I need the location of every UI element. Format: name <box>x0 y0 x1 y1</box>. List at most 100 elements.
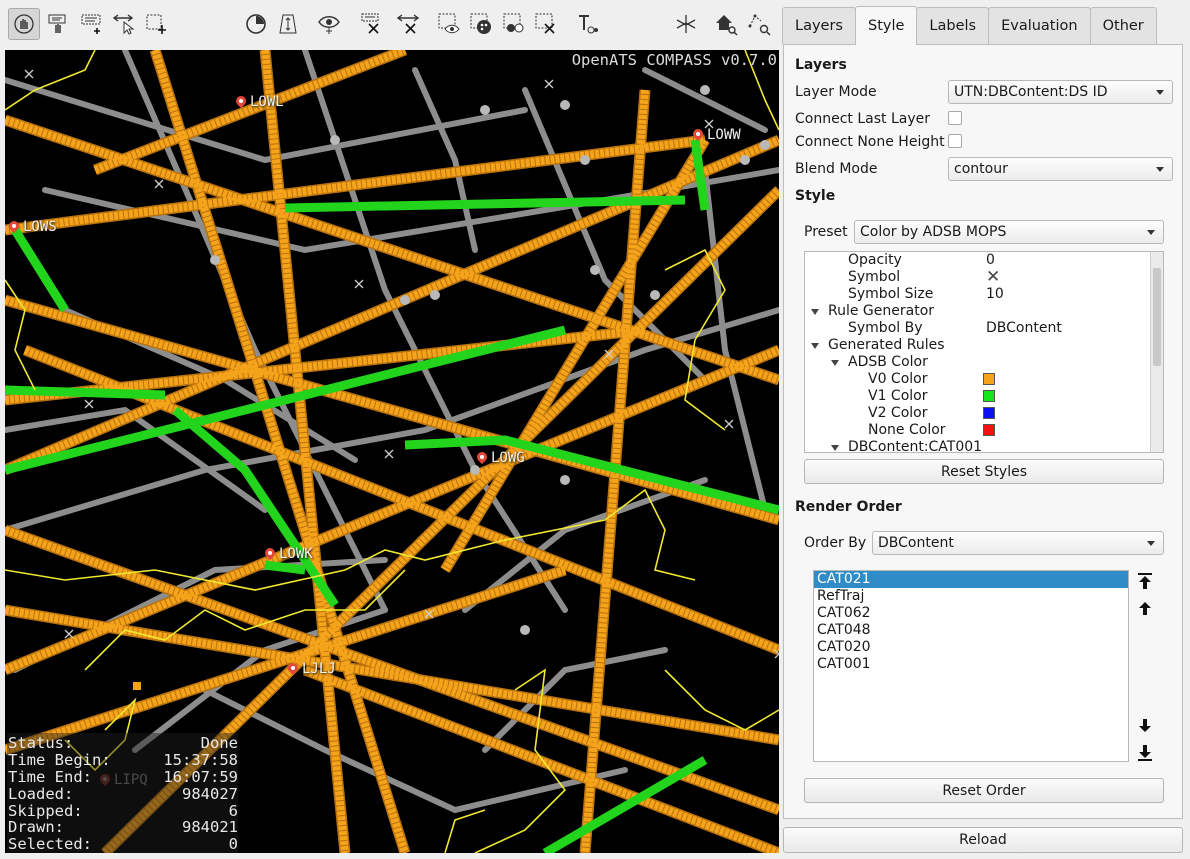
invert-selection-tool-button[interactable] <box>498 8 530 40</box>
v2-color-swatch[interactable] <box>983 407 995 419</box>
clear-labels-tool-button[interactable] <box>355 8 387 40</box>
arrow-to-top-icon <box>1138 573 1152 589</box>
v1-color-swatch[interactable] <box>983 390 995 402</box>
move-to-top-button[interactable] <box>1135 571 1155 591</box>
tree-key: V2 Color <box>868 405 928 421</box>
show-selected-tool-button[interactable] <box>433 8 465 40</box>
list-clear-icon <box>361 13 379 34</box>
drawn-row: Drawn: 984021 <box>8 819 238 836</box>
list-item-cat062[interactable]: CAT062 <box>814 605 1128 622</box>
style-property-tree[interactable]: Opacity 0 Symbol ✕ Symbol Size 10 Rule Gene… <box>804 251 1164 453</box>
tree-key: ADSB Color <box>848 354 928 370</box>
home-zoom-icon <box>716 15 738 36</box>
style-tab-pane: Layers Layer Mode UTN:DBContent:DS ID Co… <box>783 44 1183 819</box>
select-rect-add-icon <box>81 14 101 34</box>
airport-label: LOWW <box>707 127 741 143</box>
style-selected-tool-button[interactable] <box>465 8 497 40</box>
axis-tool-button[interactable] <box>670 8 702 40</box>
navigate-tool-button[interactable] <box>8 8 40 40</box>
loaded-row: Loaded: 984027 <box>8 786 238 803</box>
list-item-cat048[interactable]: CAT048 <box>814 622 1128 639</box>
status-label: Selected: <box>8 835 92 853</box>
tree-scrollbar[interactable] <box>1150 252 1163 452</box>
list-item-cat021[interactable]: CAT021 <box>814 571 1128 588</box>
order-by-label: Order By <box>804 535 867 551</box>
time-tool-button[interactable] <box>240 8 272 40</box>
expand-arrow-icon[interactable] <box>831 360 839 366</box>
fit-zoom-icon <box>748 14 771 36</box>
tree-key: Symbol By <box>848 320 923 336</box>
blend-mode-select[interactable]: contour <box>948 157 1173 181</box>
expand-arrow-icon[interactable] <box>811 343 819 349</box>
map-toolbar <box>0 0 782 50</box>
airport-label: LOWG <box>491 450 525 466</box>
selected-row: Selected: 0 <box>8 836 238 853</box>
status-label: Status: <box>8 734 74 753</box>
preset-select[interactable]: Color by ADSB MOPS <box>854 220 1164 244</box>
eye-filter-tool-button[interactable] <box>313 8 345 40</box>
layer-mode-select[interactable]: UTN:DBContent:DS ID <box>948 80 1173 104</box>
clear-measure-tool-button[interactable] <box>392 8 424 40</box>
axis-3d-icon <box>676 15 696 33</box>
arrow-down-icon <box>1139 718 1151 732</box>
tab-style[interactable]: Style <box>854 6 918 45</box>
chevron-down-icon <box>1156 90 1164 95</box>
map-view[interactable]: OpenATS COMPASS v0.7.0 LOWL LOWW LOWS LO… <box>5 50 779 853</box>
fit-zoom-tool-button[interactable] <box>743 8 775 40</box>
airport-label: LOWK <box>279 546 313 562</box>
status-label: Skipped: <box>8 801 83 820</box>
expand-arrow-icon[interactable] <box>831 445 839 451</box>
tab-other[interactable]: Other <box>1089 7 1157 44</box>
reset-styles-button[interactable]: Reset Styles <box>804 459 1164 484</box>
clock-icon <box>246 14 266 34</box>
status-value: 16:07:59 <box>163 768 238 787</box>
airport-marker-lows[interactable]: LOWS <box>9 219 57 235</box>
connect-none-height-checkbox[interactable] <box>948 134 962 148</box>
tab-evaluation[interactable]: Evaluation <box>988 7 1091 44</box>
render-order-list[interactable]: CAT021 RefTraj CAT062 CAT048 CAT020 CAT0… <box>813 570 1129 762</box>
blend-mode-label: Blend Mode <box>795 161 878 177</box>
select-palette-icon <box>470 13 491 34</box>
height-trapezoid-icon <box>279 14 297 34</box>
airport-marker-lowg[interactable]: LOWG <box>477 450 525 466</box>
select-clear-icon <box>535 13 555 34</box>
move-up-button[interactable] <box>1135 598 1155 618</box>
rect-select-tool-button[interactable] <box>140 8 172 40</box>
preset-value: Color by ADSB MOPS <box>860 224 1007 240</box>
expand-arrow-icon[interactable] <box>811 309 819 315</box>
tab-layers[interactable]: Layers <box>782 7 856 44</box>
tree-value: DBContent <box>986 320 1062 336</box>
label-tool-button[interactable] <box>42 8 74 40</box>
home-zoom-tool-button[interactable] <box>710 8 742 40</box>
list-item-cat020[interactable]: CAT020 <box>814 639 1128 656</box>
list-item-cat001[interactable]: CAT001 <box>814 656 1128 673</box>
chevron-down-icon <box>1147 541 1155 546</box>
connect-last-layer-checkbox[interactable] <box>948 111 962 125</box>
chevron-down-icon <box>1147 230 1155 235</box>
app-version-title: OpenATS COMPASS v0.7.0 <box>571 51 777 69</box>
chevron-down-icon <box>1156 167 1164 172</box>
v0-color-swatch[interactable] <box>983 373 995 385</box>
move-down-button[interactable] <box>1135 715 1155 735</box>
arrow-to-bottom-icon <box>1138 745 1152 761</box>
select-add-tool-button[interactable] <box>76 8 108 40</box>
airport-marker-loww[interactable]: LOWW <box>693 127 741 143</box>
airport-marker-lowk[interactable]: LOWK <box>265 546 313 562</box>
order-by-select[interactable]: DBContent <box>872 531 1164 555</box>
reload-button[interactable]: Reload <box>783 827 1183 853</box>
tab-labels[interactable]: Labels <box>916 7 990 44</box>
clear-selection-tool-button[interactable] <box>530 8 562 40</box>
move-to-bottom-button[interactable] <box>1135 743 1155 763</box>
status-label: Time End: <box>8 768 92 787</box>
airport-marker-ljlj[interactable]: LJLJ <box>288 661 336 677</box>
measure-tool-button[interactable] <box>108 8 140 40</box>
label-hand-icon <box>48 14 66 33</box>
text-style-tool-button[interactable] <box>571 8 603 40</box>
tree-scrollbar-handle[interactable] <box>1153 268 1161 366</box>
list-item-reftraj[interactable]: RefTraj <box>814 588 1128 605</box>
height-tool-button[interactable] <box>272 8 304 40</box>
none-color-swatch[interactable] <box>983 424 995 436</box>
status-label: Drawn: <box>8 818 64 837</box>
airport-marker-lowl[interactable]: LOWL <box>236 94 284 110</box>
reset-order-button[interactable]: Reset Order <box>804 778 1164 803</box>
